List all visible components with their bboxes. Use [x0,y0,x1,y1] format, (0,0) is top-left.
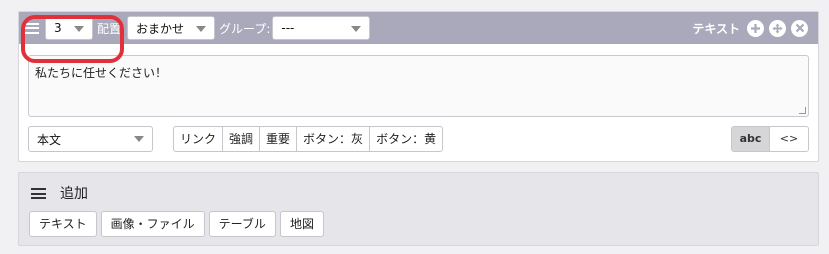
group-label: グループ: [219,21,271,36]
order-number-value: 3 [54,21,62,35]
position-value: おまかせ [136,21,185,36]
yellow-button-button[interactable]: ボタン：黄 [370,127,442,151]
editor-mode-toggle: abc <> [731,126,809,152]
chevron-down-icon [74,26,84,32]
block-actions: テキスト [692,12,808,44]
text-block: 3 配置: おまかせ グループ: --- テキスト 私たちに任せください！ 本文… [18,11,819,162]
menu-icon [31,188,46,199]
group-value: --- [281,21,295,35]
position-select[interactable]: おまかせ [127,16,216,40]
important-button[interactable]: 重要 [260,127,298,151]
add-button-row: テキスト 画像・ファイル テーブル 地図 [29,211,324,237]
resize-handle-icon[interactable] [799,107,806,114]
add-icon[interactable] [747,19,764,37]
text-style-value: 本文 [37,132,62,147]
body-text: 私たちに任せください！ [35,66,168,80]
format-toolbar: 本文 リンク 強調 重要 ボタン：灰 ボタン：黄 abc <> [28,126,809,152]
add-panel: 追加 テキスト 画像・ファイル テーブル 地図 [18,172,819,246]
block-type-label: テキスト [692,21,740,36]
emphasis-button[interactable]: 強調 [223,127,261,151]
body-textarea[interactable]: 私たちに任せください！ [28,55,809,117]
add-table-button[interactable]: テーブル [208,211,276,237]
add-map-button[interactable]: 地図 [279,211,324,237]
source-mode-button[interactable]: <> [770,127,808,151]
drag-handle-icon[interactable] [25,22,39,34]
link-button[interactable]: リンク [174,127,224,151]
chevron-down-icon [196,26,207,32]
order-number-select[interactable]: 3 [45,16,93,40]
text-style-select[interactable]: 本文 [28,126,153,152]
add-text-button[interactable]: テキスト [29,211,97,237]
gray-button-button[interactable]: ボタン：灰 [297,127,371,151]
group-select[interactable]: --- [272,16,371,40]
add-panel-title: 追加 [60,186,88,202]
chevron-down-icon [351,26,362,32]
move-icon[interactable] [769,19,786,37]
chevron-down-icon [134,136,144,142]
position-label: 配置: [97,21,126,36]
add-image-file-button[interactable]: 画像・ファイル [100,211,205,237]
visual-mode-button[interactable]: abc [732,127,770,151]
block-header: 3 配置: おまかせ グループ: --- テキスト [19,12,818,44]
close-icon[interactable] [791,19,808,37]
format-button-group: リンク 強調 重要 ボタン：灰 ボタン：黄 [173,126,444,152]
